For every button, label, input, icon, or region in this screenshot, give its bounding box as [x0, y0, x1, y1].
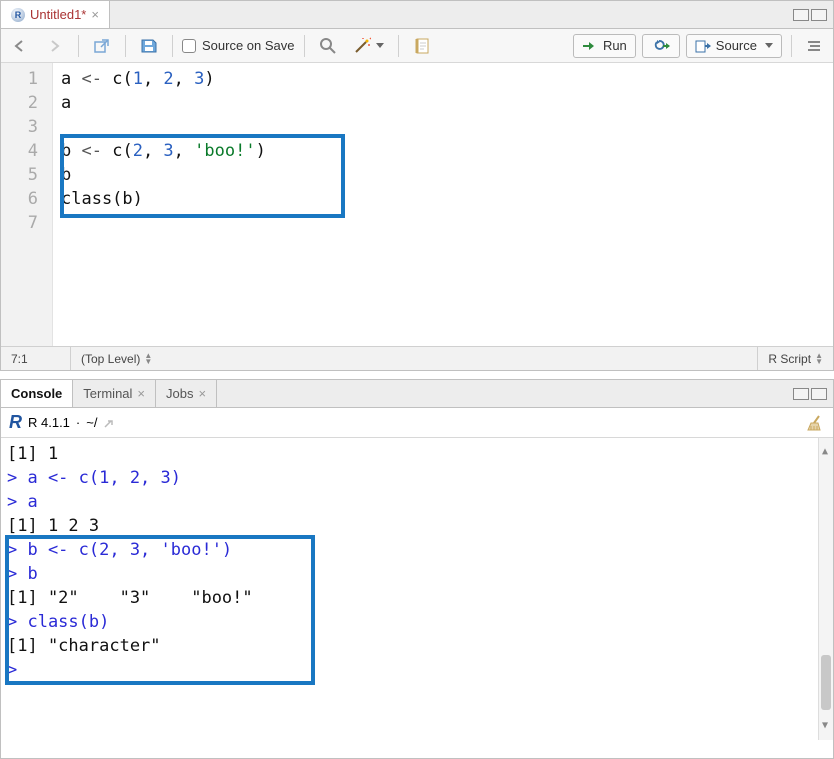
chevron-down-icon: [376, 43, 384, 48]
editor-area[interactable]: 1 2 3 4 5 6 7 a <- c(1, 2, 3) a b <- c(2…: [1, 63, 833, 346]
save-button[interactable]: [135, 34, 163, 58]
chevron-down-icon: [765, 43, 773, 48]
tab-jobs[interactable]: Jobs ×: [156, 380, 217, 407]
r-logo-icon: R: [9, 412, 22, 433]
scroll-thumb[interactable]: [821, 655, 831, 710]
wand-icon: [353, 37, 371, 55]
minimize-pane-button[interactable]: [793, 9, 809, 21]
outline-icon: [806, 39, 822, 53]
r-version: R 4.1.1: [28, 415, 70, 430]
popout-icon[interactable]: [103, 417, 117, 429]
console-tabbar: Console Terminal × Jobs ×: [1, 380, 833, 408]
file-type-selector[interactable]: R Script ▲▼: [758, 347, 833, 370]
close-icon[interactable]: ×: [198, 386, 206, 401]
broom-icon: [807, 414, 825, 432]
tab-console[interactable]: Console: [1, 380, 73, 407]
window-controls: [793, 388, 833, 400]
run-button[interactable]: Run: [573, 34, 636, 58]
arrow-right-icon: [46, 39, 64, 53]
scroll-down-icon[interactable]: ▼: [822, 714, 828, 738]
editor-tab-untitled[interactable]: R Untitled1* ×: [1, 1, 110, 28]
arrow-left-icon: [12, 39, 30, 53]
console-panel: Console Terminal × Jobs × R R 4.1.1 · ~/…: [0, 379, 834, 759]
maximize-pane-button[interactable]: [811, 388, 827, 400]
rerun-button[interactable]: [642, 34, 680, 58]
rerun-icon: [651, 39, 671, 53]
nav-forward-button[interactable]: [41, 34, 69, 58]
run-icon: [582, 40, 598, 52]
show-in-new-window-button[interactable]: [88, 34, 116, 58]
close-icon[interactable]: ×: [137, 386, 145, 401]
r-file-icon: R: [11, 8, 25, 22]
save-icon: [140, 38, 158, 54]
editor-statusbar: 7:1 (Top Level) ▲▼ R Script ▲▼: [1, 346, 833, 370]
scrollbar[interactable]: ▲ ▼: [818, 438, 833, 740]
header-sep: ·: [76, 415, 80, 430]
cursor-position: 7:1: [1, 347, 71, 370]
search-icon: [319, 37, 337, 55]
scroll-up-icon[interactable]: ▲: [822, 440, 828, 464]
working-dir: ~/: [86, 415, 97, 430]
code-tools-button[interactable]: [348, 34, 389, 58]
source-button[interactable]: Source: [686, 34, 782, 58]
source-label: Source: [716, 38, 757, 53]
tab-terminal[interactable]: Terminal ×: [73, 380, 156, 407]
outline-button[interactable]: [801, 34, 827, 58]
editor-tabbar: R Untitled1* ×: [1, 1, 833, 29]
close-icon[interactable]: ×: [91, 7, 99, 22]
line-gutter: 1 2 3 4 5 6 7: [1, 63, 53, 346]
window-controls: [793, 9, 833, 21]
maximize-pane-button[interactable]: [811, 9, 827, 21]
notebook-icon: [413, 37, 431, 55]
code-content[interactable]: a <- c(1, 2, 3) a b <- c(2, 3, 'boo!') b…: [53, 63, 833, 346]
console-output[interactable]: [1] 1 > a <- c(1, 2, 3) > a [1] 1 2 3 > …: [1, 438, 833, 758]
compile-report-button[interactable]: [408, 34, 436, 58]
nav-back-button[interactable]: [7, 34, 35, 58]
minimize-pane-button[interactable]: [793, 388, 809, 400]
run-label: Run: [603, 38, 627, 53]
source-icon: [695, 39, 711, 53]
editor-panel: R Untitled1* × Source on Save: [0, 0, 834, 371]
source-on-save-checkbox[interactable]: [182, 39, 196, 53]
source-on-save-label: Source on Save: [202, 38, 295, 53]
find-button[interactable]: [314, 34, 342, 58]
scope-selector[interactable]: (Top Level) ▲▼: [71, 347, 758, 370]
editor-tab-title: Untitled1*: [30, 7, 86, 22]
popout-icon: [93, 38, 111, 54]
console-header: R R 4.1.1 · ~/: [1, 408, 833, 438]
clear-console-button[interactable]: [807, 414, 825, 432]
editor-toolbar: Source on Save Run Source: [1, 29, 833, 63]
